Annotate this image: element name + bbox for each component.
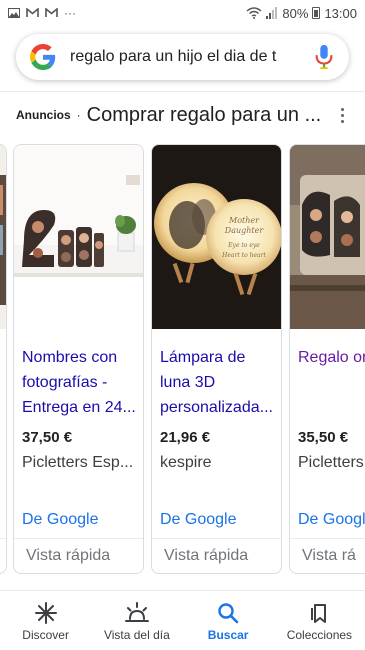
nav-discover[interactable]: Discover [1, 592, 91, 642]
nav-colecciones[interactable]: Colecciones [274, 592, 364, 642]
google-logo-icon [30, 44, 56, 70]
search-bar[interactable]: regalo para un hijo el dia de t [16, 34, 349, 80]
product-price: 37,50 € [22, 429, 73, 446]
clock: 13:00 [324, 5, 357, 21]
card-divider [14, 538, 143, 539]
sunrise-icon [124, 602, 149, 622]
product-seller: kespire [160, 454, 212, 471]
source-link[interactable]: De Google [22, 511, 99, 529]
ads-label: Anuncios [16, 108, 71, 122]
search-icon [218, 603, 239, 624]
quick-view-button[interactable]: Vista rápida [164, 547, 248, 565]
card-divider [152, 538, 281, 539]
nav-label: Vista del día [103, 628, 170, 642]
product-image[interactable] [14, 145, 143, 329]
signal-icon [266, 7, 278, 19]
nav-buscar[interactable]: Buscar [183, 592, 273, 642]
bottom-nav-divider [0, 590, 365, 591]
product-title[interactable]: Regalo ori [298, 345, 365, 370]
bookmarks-icon [311, 604, 327, 623]
nav-label: Buscar [207, 628, 249, 642]
quick-view-button[interactable]: Vista rápida [26, 547, 110, 565]
card-divider [0, 538, 6, 539]
status-right: 80% 13:00 [246, 6, 357, 21]
wifi-icon [246, 7, 262, 19]
lamp-text-mother: Mother [228, 216, 260, 225]
lamp-text-eye: Eye to eye [227, 242, 260, 249]
nav-label: Discover [22, 628, 69, 642]
gmail-icon [26, 8, 39, 17]
nav-vista-del-dia[interactable]: Vista del día [92, 592, 182, 642]
nav-label: Colecciones [286, 628, 353, 642]
ads-header: Anuncios · Comprar regalo para un ... [16, 100, 356, 130]
more-options-icon[interactable] [334, 104, 350, 126]
battery-percent: 80% [282, 5, 309, 21]
product-title[interactable]: Lámpara de luna 3D personalizada... [160, 345, 280, 420]
product-seller: Picletters Esp... [22, 454, 134, 471]
image-icon [8, 8, 20, 18]
product-card[interactable]: Mother Daughter Eye to eye Heart to hear… [151, 144, 282, 574]
microphone-icon[interactable] [313, 44, 335, 70]
product-card-partial-left[interactable] [0, 144, 7, 574]
lamp-text-heart: Heart to heart [221, 252, 266, 259]
product-card[interactable]: Nombres con fotografías - Entrega en 24.… [13, 144, 144, 574]
lamp-text-daughter: Daughter [224, 226, 265, 235]
status-bar: ··· 80% 13:00 [0, 0, 365, 26]
asterisk-icon [34, 602, 57, 624]
quick-view-button[interactable]: Vista rá [302, 547, 356, 565]
product-price: 21,96 € [160, 429, 211, 446]
product-price: 35,50 € [298, 429, 349, 446]
gmail-icon [45, 8, 58, 17]
product-image[interactable] [290, 145, 365, 329]
ads-separator: · [76, 108, 81, 122]
product-title[interactable]: Nombres con fotografías - Entrega en 24.… [22, 345, 142, 420]
ads-title[interactable]: Comprar regalo para un ... [87, 104, 322, 127]
source-link[interactable]: De Googl [298, 511, 365, 529]
product-image[interactable]: Mother Daughter Eye to eye Heart to hear… [152, 145, 281, 329]
bottom-nav: Discover Vista del día Buscar Coleccione… [0, 592, 365, 650]
product-image[interactable] [0, 145, 6, 329]
product-carousel[interactable]: Nombres con fotografías - Entrega en 24.… [0, 142, 365, 576]
card-divider [290, 538, 365, 539]
product-seller: Picletters [298, 454, 364, 471]
status-left: ··· [8, 6, 76, 20]
battery-icon [312, 7, 321, 19]
product-card[interactable]: Regalo ori 35,50 € Picletters De Googl V… [289, 144, 365, 574]
search-input[interactable]: regalo para un hijo el dia de t [70, 48, 303, 66]
divider [0, 91, 365, 92]
more-notifications-icon: ··· [64, 6, 76, 20]
source-link[interactable]: De Google [160, 511, 237, 529]
